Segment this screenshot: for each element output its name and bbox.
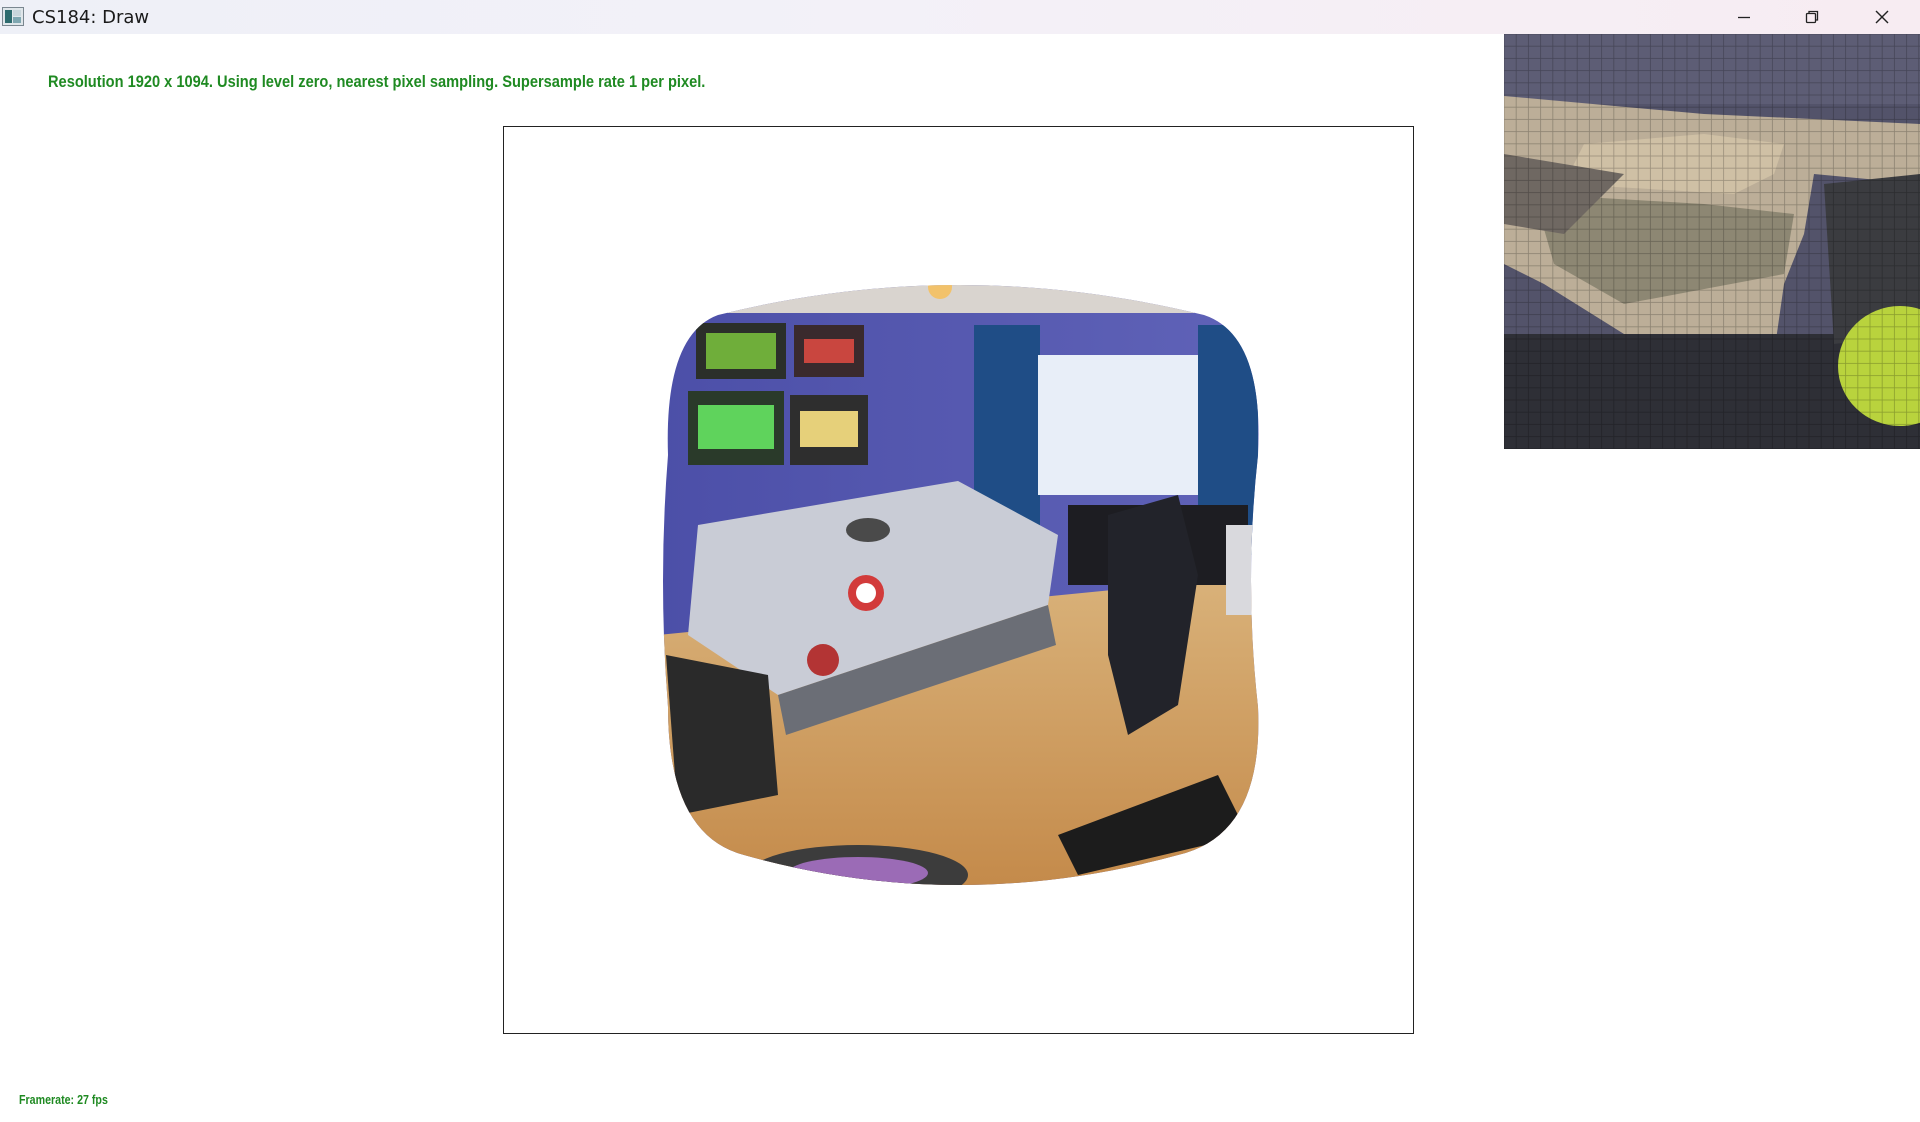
close-icon [1875,10,1889,24]
warped-bedroom-photo [663,285,1259,885]
window-title: CS184: Draw [32,7,150,28]
restore-icon [1805,10,1819,24]
status-info-text: Resolution 1920 x 1094. Using level zero… [48,72,706,91]
pixel-zoom-inspector [1504,34,1920,449]
minimize-button[interactable] [1710,0,1778,34]
framerate-text: Framerate: 27 fps [19,1092,108,1107]
minimize-icon [1738,16,1750,19]
close-button[interactable] [1848,0,1916,34]
title-bar[interactable]: CS184: Draw [0,0,1920,34]
restore-button[interactable] [1778,0,1846,34]
app-icon [2,7,24,26]
